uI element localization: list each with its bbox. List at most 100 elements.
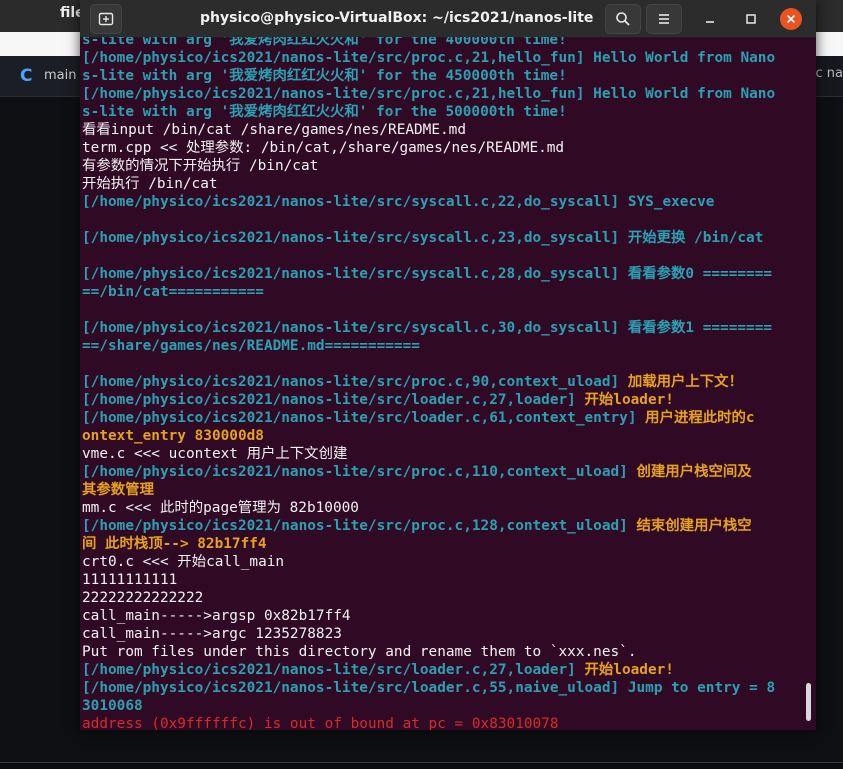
- line-text: [/home/physico/ics2021/nanos-lite/src/sy…: [82, 320, 772, 336]
- terminal-line: [/home/physico/ics2021/nanos-lite/src/pr…: [82, 463, 800, 481]
- log-source: [/home/physico/ics2021/nanos-lite/src/lo…: [82, 662, 585, 678]
- terminal-line: ==/share/games/nes/README.md===========: [82, 337, 800, 355]
- terminal-line: 22222222222222: [82, 589, 800, 607]
- line-text: 间 此时栈顶--> 82b17ff4: [82, 536, 267, 552]
- terminal-titlebar[interactable]: physico@physico-VirtualBox: ~/ics2021/na…: [80, 0, 816, 38]
- log-message: 结束创建用户栈空: [637, 518, 752, 534]
- terminal-line: Put rom files under this directory and r…: [82, 643, 800, 661]
- line-text: mm.c <<< 此时的page管理为 82b10000: [82, 500, 359, 516]
- minimize-button[interactable]: [701, 10, 719, 28]
- log-message: 开始loader!: [585, 392, 674, 408]
- search-button[interactable]: [605, 4, 641, 34]
- terminal-line: [/home/physico/ics2021/nanos-lite/src/pr…: [82, 517, 800, 535]
- line-text: s-lite with arg '我爱烤肉红红火火和' for the 4500…: [82, 68, 567, 84]
- terminal-line: [/home/physico/ics2021/nanos-lite/src/sy…: [82, 193, 800, 211]
- line-text: [/home/physico/ics2021/nanos-lite/src/pr…: [82, 86, 775, 102]
- terminal-output[interactable]: s-lite with arg '我爱烤肉红红火火和' for the 4000…: [82, 37, 800, 730]
- line-text: term.cpp << 处理参数: /bin/cat,/share/games/…: [82, 140, 564, 156]
- background-right-tab-label[interactable]: c na: [816, 66, 843, 81]
- terminal-line: [/home/physico/ics2021/nanos-lite/src/lo…: [82, 679, 800, 697]
- line-text: call_main----->argsp 0x82b17ff4: [82, 608, 351, 624]
- terminal-line: [/home/physico/ics2021/nanos-lite/src/lo…: [82, 409, 800, 427]
- terminal-line: 看看input /bin/cat /share/games/nes/README…: [82, 121, 800, 139]
- terminal-line: 11111111111: [82, 571, 800, 589]
- terminal-line: [/home/physico/ics2021/nanos-lite/src/pr…: [82, 49, 800, 67]
- close-icon: [786, 14, 796, 24]
- terminal-line: ==/bin/cat===========: [82, 283, 800, 301]
- new-tab-icon: [98, 11, 114, 27]
- line-text: 其参数管理: [82, 482, 154, 498]
- line-text: [/home/physico/ics2021/nanos-lite/src/sy…: [82, 266, 772, 282]
- terminal-line: mm.c <<< 此时的page管理为 82b10000: [82, 499, 800, 517]
- terminal-line: [/home/physico/ics2021/nanos-lite/src/lo…: [82, 391, 800, 409]
- terminal-line: call_main----->argsp 0x82b17ff4: [82, 607, 800, 625]
- terminal-line: [/home/physico/ics2021/nanos-lite/src/pr…: [82, 85, 800, 103]
- c-file-icon: C: [20, 66, 32, 86]
- terminal-line: [/home/physico/ics2021/nanos-lite/src/sy…: [82, 319, 800, 337]
- terminal-line: address (0x9ffffffc) is out of bound at …: [82, 715, 800, 730]
- log-message: 加载用户上下文！: [628, 374, 743, 390]
- terminal-line: 间 此时栈顶--> 82b17ff4: [82, 535, 800, 553]
- line-text: s-lite with arg '我爱烤肉红红火火和' for the 4000…: [82, 37, 567, 48]
- hamburger-icon: [656, 11, 672, 27]
- terminal-line: call_main----->argc 1235278823: [82, 625, 800, 643]
- line-text: 3010068: [82, 698, 143, 714]
- log-source: [/home/physico/ics2021/nanos-lite/src/pr…: [82, 518, 637, 534]
- log-message: 用户进程此时的c: [645, 410, 754, 426]
- terminal-line: [/home/physico/ics2021/nanos-lite/src/pr…: [82, 373, 800, 391]
- line-text: s-lite with arg '我爱烤肉红红火火和' for the 5000…: [82, 104, 567, 120]
- hamburger-menu-button[interactable]: [646, 4, 682, 34]
- close-button[interactable]: [780, 8, 802, 30]
- terminal-line: 3010068: [82, 697, 800, 715]
- log-source: [/home/physico/ics2021/nanos-lite/src/pr…: [82, 374, 628, 390]
- minimize-icon: [704, 13, 716, 25]
- log-message: 开始loader!: [585, 662, 674, 678]
- log-source: [/home/physico/ics2021/nanos-lite/src/lo…: [82, 410, 645, 426]
- line-text: [/home/physico/ics2021/nanos-lite/src/pr…: [82, 50, 775, 66]
- terminal-line: 开始执行 /bin/cat: [82, 175, 800, 193]
- scrollbar-thumb[interactable]: [806, 683, 811, 721]
- window-title: physico@physico-VirtualBox: ~/ics2021/na…: [200, 0, 576, 37]
- line-text: address (0x9ffffffc) is out of bound at …: [82, 716, 559, 730]
- line-text: ontext_entry 830000d8: [82, 428, 264, 444]
- new-tab-button[interactable]: [90, 4, 122, 34]
- terminal-line: 有参数的情况下开始执行 /bin/cat: [82, 157, 800, 175]
- terminal-line: [/home/physico/ics2021/nanos-lite/src/sy…: [82, 265, 800, 283]
- terminal-line: vme.c <<< ucontext 用户上下文创建: [82, 445, 800, 463]
- terminal-line: s-lite with arg '我爱烤肉红红火火和' for the 5000…: [82, 103, 800, 121]
- terminal-line: [82, 355, 800, 373]
- log-source: [/home/physico/ics2021/nanos-lite/src/lo…: [82, 392, 585, 408]
- maximize-icon: [745, 13, 757, 25]
- line-text: 开始执行 /bin/cat: [82, 176, 218, 192]
- terminal-line: 其参数管理: [82, 481, 800, 499]
- line-text: ==/bin/cat===========: [82, 284, 264, 300]
- terminal-line: s-lite with arg '我爱烤肉红红火火和' for the 4500…: [82, 67, 800, 85]
- terminal-line: s-lite with arg '我爱烤肉红红火火和' for the 4000…: [82, 37, 800, 49]
- terminal-lines: s-lite with arg '我爱烤肉红红火火和' for the 4000…: [82, 37, 800, 730]
- terminal-line: term.cpp << 处理参数: /bin/cat,/share/games/…: [82, 139, 800, 157]
- line-text: ==/share/games/nes/README.md===========: [82, 338, 420, 354]
- line-text: 11111111111: [82, 572, 177, 588]
- line-text: call_main----->argc 1235278823: [82, 626, 342, 642]
- maximize-button[interactable]: [742, 10, 760, 28]
- log-source: [/home/physico/ics2021/nanos-lite/src/pr…: [82, 464, 637, 480]
- terminal-line: ontext_entry 830000d8: [82, 427, 800, 445]
- terminal-line: [82, 211, 800, 229]
- log-message: 创建用户栈空间及: [637, 464, 752, 480]
- background-tab-label: main: [44, 68, 76, 83]
- background-editor-tab[interactable]: C main: [0, 56, 81, 96]
- line-text: crt0.c <<< 开始call_main: [82, 554, 284, 570]
- terminal-line: crt0.c <<< 开始call_main: [82, 553, 800, 571]
- line-text: 看看input /bin/cat /share/games/nes/README…: [82, 122, 466, 138]
- terminal-window: physico@physico-VirtualBox: ~/ics2021/na…: [80, 0, 816, 730]
- line-text: [/home/physico/ics2021/nanos-lite/src/sy…: [82, 230, 763, 246]
- line-text: vme.c <<< ucontext 用户上下文创建: [82, 446, 347, 462]
- terminal-line: [/home/physico/ics2021/nanos-lite/src/lo…: [82, 661, 800, 679]
- line-text: [/home/physico/ics2021/nanos-lite/src/sy…: [82, 194, 714, 210]
- terminal-line: [82, 301, 800, 319]
- line-text: 有参数的情况下开始执行 /bin/cat: [82, 158, 318, 174]
- line-text: Put rom files under this directory and r…: [82, 644, 637, 660]
- terminal-line: [82, 247, 800, 265]
- line-text: [/home/physico/ics2021/nanos-lite/src/lo…: [82, 680, 775, 696]
- line-text: 22222222222222: [82, 590, 203, 606]
